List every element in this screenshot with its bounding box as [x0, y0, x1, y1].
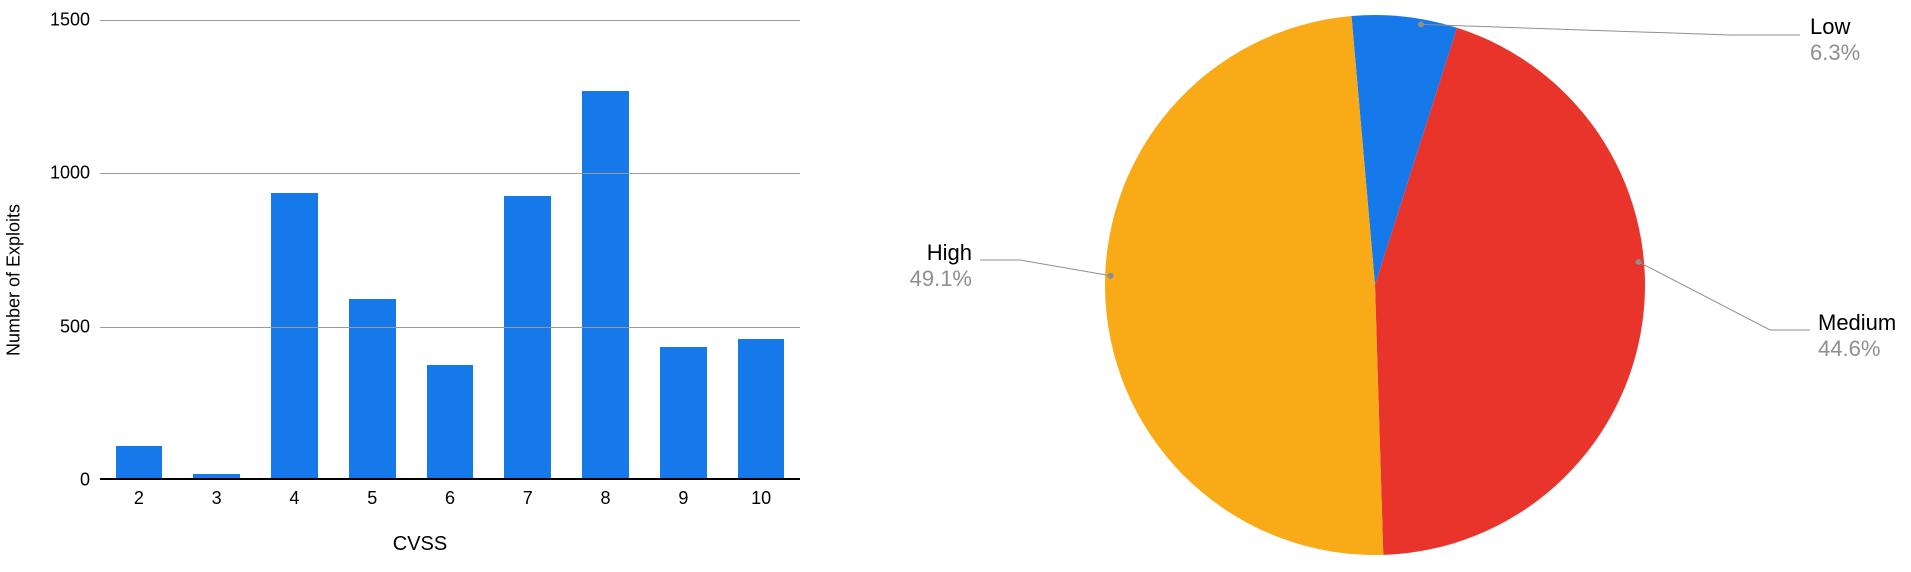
pie-leader-line	[980, 260, 1111, 276]
pie-label-name: Medium	[1818, 310, 1896, 336]
bar-x-tick: 6	[445, 488, 455, 509]
bar-x-tick: 8	[601, 488, 611, 509]
pie-svg	[850, 0, 1900, 570]
pie-leader-line	[1421, 24, 1800, 35]
bar	[271, 193, 318, 480]
pie-label-pct: 49.1%	[910, 266, 972, 292]
pie-label-pct: 6.3%	[1810, 40, 1860, 66]
canvas: Number of Exploits 050010001500234567891…	[0, 0, 1911, 572]
bar-gridline	[100, 327, 800, 328]
pie-label-pct: 44.6%	[1818, 336, 1896, 362]
pie-slices	[1105, 15, 1645, 555]
bar-gridline	[100, 173, 800, 174]
pie-label-high: High49.1%	[910, 240, 972, 293]
pie-leader-line	[1639, 262, 1810, 330]
pie-slice-high	[1105, 16, 1383, 555]
bar	[660, 347, 707, 480]
bar	[116, 446, 163, 480]
bar	[427, 365, 474, 480]
pie-label-name: Low	[1810, 14, 1860, 40]
bar-y-tick: 0	[80, 470, 90, 491]
bar-chart: Number of Exploits 050010001500234567891…	[20, 10, 820, 550]
bar-y-tick: 1500	[50, 10, 90, 31]
pie-label-name: High	[910, 240, 972, 266]
bar-x-tick: 10	[751, 488, 771, 509]
bar	[504, 196, 551, 480]
bar-x-tick: 3	[212, 488, 222, 509]
bar-x-tick: 7	[523, 488, 533, 509]
bar-plot-area: 0500100015002345678910	[100, 20, 800, 480]
pie-label-medium: Medium44.6%	[1818, 310, 1896, 363]
bar	[582, 91, 629, 480]
bar-x-tick: 5	[367, 488, 377, 509]
pie-label-low: Low6.3%	[1810, 14, 1860, 67]
bar-baseline	[100, 478, 800, 480]
bar-y-tick: 1000	[50, 163, 90, 184]
bar-x-tick: 2	[134, 488, 144, 509]
bar-y-tick: 500	[60, 316, 90, 337]
pie-chart: Low6.3% Medium44.6% High49.1%	[850, 0, 1900, 570]
bar-x-tick: 4	[289, 488, 299, 509]
bar-x-tick: 9	[678, 488, 688, 509]
bar	[738, 339, 785, 480]
bar-x-axis-label: CVSS	[393, 533, 447, 556]
bar-gridline	[100, 20, 800, 21]
bar-y-axis-label: Number of Exploits	[4, 204, 25, 356]
bar-series	[100, 20, 800, 480]
